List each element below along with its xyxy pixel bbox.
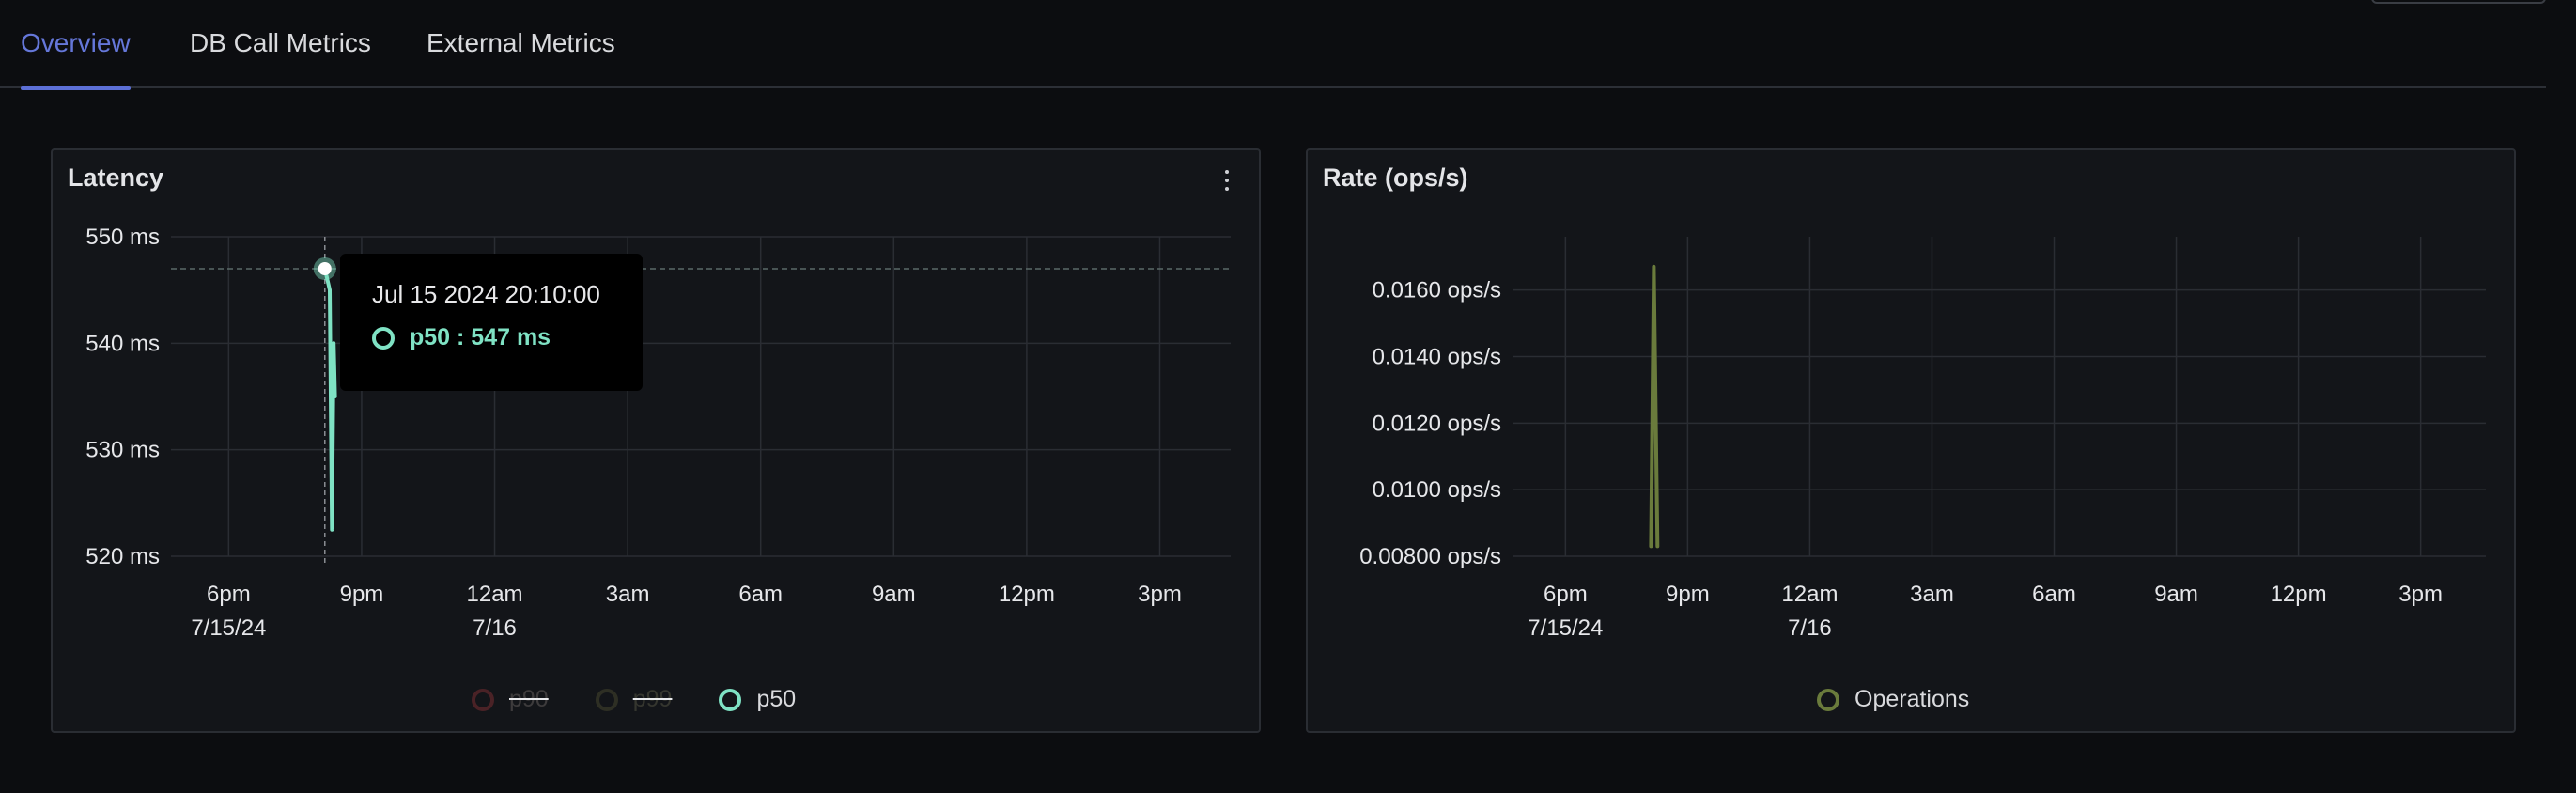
x-tick-label: 9pm bbox=[340, 582, 384, 607]
y-tick-label: 0.00800 ops/s bbox=[1359, 544, 1501, 569]
legend-operations-label: Operations bbox=[1854, 686, 1970, 712]
x-tick-date-label: 7/15/24 bbox=[1528, 615, 1603, 641]
y-tick-label: 0.0100 ops/s bbox=[1373, 477, 1501, 503]
y-tick-label: 0.0120 ops/s bbox=[1373, 411, 1501, 436]
legend-p99-label: p99 bbox=[632, 686, 673, 712]
x-tick-label: 3pm bbox=[2398, 582, 2443, 607]
legend-p90-label: p90 bbox=[509, 686, 549, 712]
x-tick-label: 9am bbox=[2154, 582, 2198, 607]
rate-legend: Operations bbox=[1817, 686, 1969, 713]
x-tick-label: 3am bbox=[606, 582, 650, 607]
x-tick-label: 12am bbox=[467, 582, 523, 607]
series-line-p50 bbox=[322, 267, 337, 532]
tooltip-date: Jul 15 2024 20:10:00 bbox=[372, 280, 600, 308]
tab-external-metrics[interactable]: External Metrics bbox=[427, 28, 615, 88]
y-tick-label: 530 ms bbox=[85, 438, 160, 463]
legend-item-p99[interactable]: p99 bbox=[595, 686, 673, 713]
tab-bar: Overview DB Call Metrics External Metric… bbox=[0, 0, 2546, 90]
hover-point bbox=[318, 262, 332, 275]
tab-db-call-metrics[interactable]: DB Call Metrics bbox=[190, 28, 371, 88]
legend-p50-icon bbox=[719, 688, 742, 711]
legend-p90-icon bbox=[472, 688, 494, 711]
tooltip-series-icon bbox=[372, 326, 395, 350]
tab-overview[interactable]: Overview bbox=[21, 28, 131, 90]
y-tick-label: 520 ms bbox=[85, 544, 160, 569]
x-tick-date-label: 7/16 bbox=[1788, 615, 1832, 641]
legend-item-operations[interactable]: Operations bbox=[1817, 686, 1969, 713]
tooltip-value: p50 : 547 ms bbox=[410, 324, 551, 350]
legend-p50-label: p50 bbox=[756, 686, 797, 712]
x-tick-label: 12pm bbox=[2271, 582, 2327, 607]
rate-panel: Rate (ops/s) 0.0160 ops/s 0.0140 ops/s 0.0… bbox=[1306, 148, 2516, 733]
series-line-operations bbox=[1649, 264, 1660, 549]
x-tick-date-label: 7/15/24 bbox=[191, 615, 266, 641]
x-tick-label: 6am bbox=[738, 582, 783, 607]
latency-legend: p90 p99 p50 bbox=[472, 686, 796, 713]
x-tick-label: 9pm bbox=[1666, 582, 1710, 607]
rate-chart[interactable]: 0.0160 ops/s 0.0140 ops/s 0.0120 ops/s 0.01… bbox=[1308, 150, 2514, 731]
legend-operations-icon bbox=[1817, 688, 1839, 711]
x-tick-date-label: 7/16 bbox=[473, 615, 517, 641]
x-tick-label: 12am bbox=[1781, 582, 1838, 607]
x-tick-label: 9am bbox=[872, 582, 916, 607]
legend-item-p50[interactable]: p50 bbox=[719, 686, 796, 713]
latency-chart[interactable]: 550 ms 540 ms 530 ms 520 ms 6pm 7/15/24 9pm 12a… bbox=[53, 150, 1259, 731]
x-tick-label: 6pm bbox=[1544, 582, 1588, 607]
x-tick-label: 3am bbox=[1910, 582, 1954, 607]
y-tick-label: 550 ms bbox=[85, 225, 160, 250]
latency-panel: Latency 550 ms 540 ms 530 ms 520 ms 6pm 7/15/… bbox=[51, 148, 1261, 733]
x-tick-label: 3pm bbox=[1138, 582, 1182, 607]
y-tick-label: 0.0160 ops/s bbox=[1373, 278, 1501, 303]
x-tick-label: 6pm bbox=[207, 582, 251, 607]
x-tick-label: 6am bbox=[2032, 582, 2076, 607]
y-tick-label: 540 ms bbox=[85, 331, 160, 356]
chart-tooltip: Jul 15 2024 20:10:00 p50 : 547 ms bbox=[340, 254, 643, 391]
legend-p99-icon bbox=[595, 688, 618, 711]
y-tick-label: 0.0140 ops/s bbox=[1373, 345, 1501, 370]
x-tick-label: 12pm bbox=[999, 582, 1055, 607]
legend-item-p90[interactable]: p90 bbox=[472, 686, 549, 713]
